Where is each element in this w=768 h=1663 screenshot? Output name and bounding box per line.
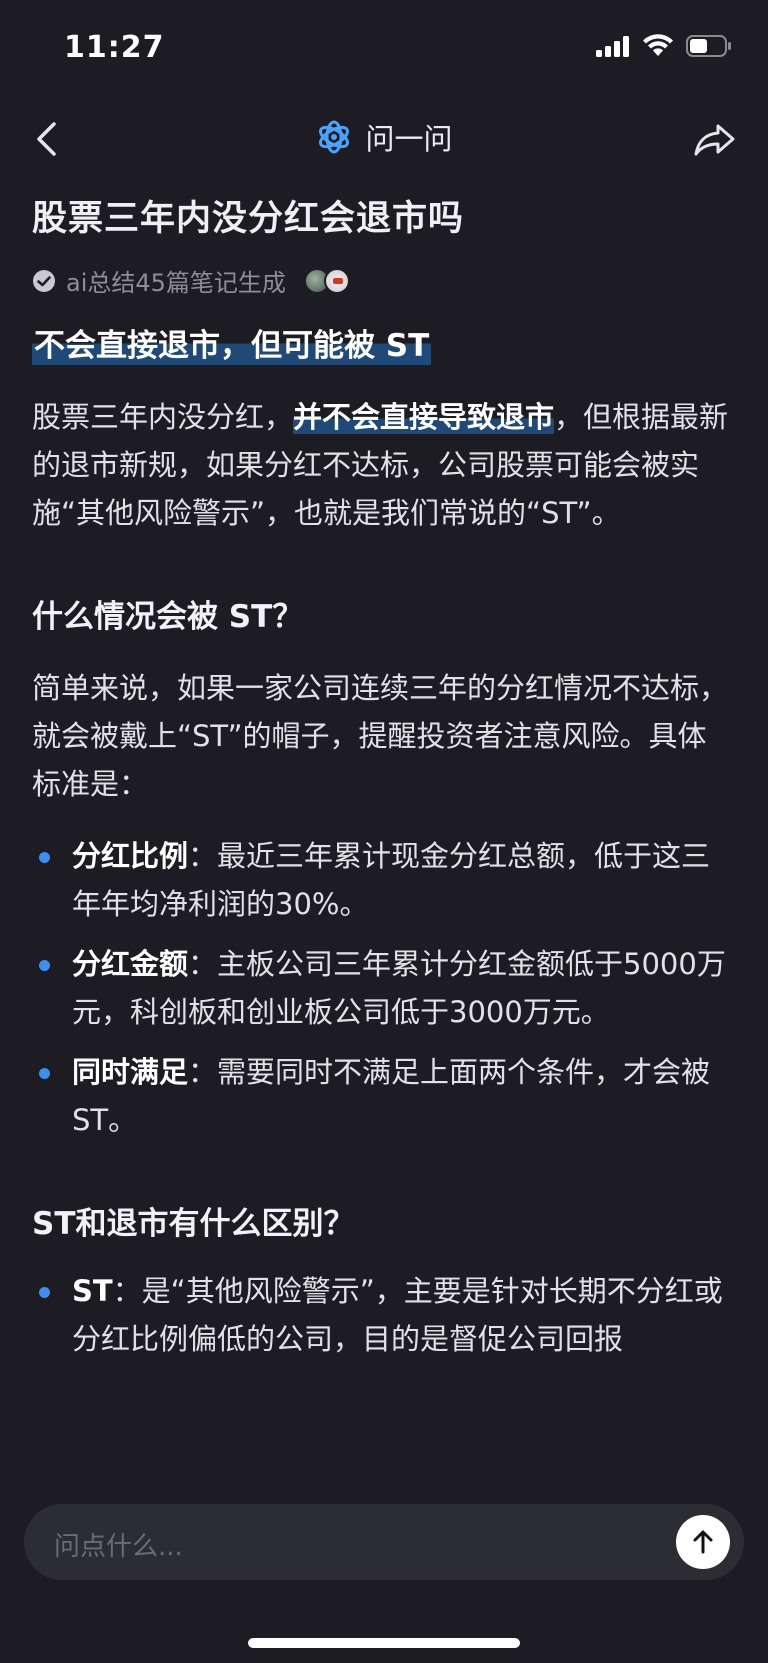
list-item: ST：是“其他风险警示”，主要是针对长期不分红或分红比例偏低的公司，目的是督促公… xyxy=(32,1267,732,1363)
wifi-icon xyxy=(643,34,673,56)
list-item-label: 同时满足 xyxy=(72,1055,189,1089)
list-item-label: ST xyxy=(72,1274,113,1308)
list-item: 分红比例：最近三年累计现金分红总额，低于这三年年均净利润的30%。 xyxy=(32,832,732,928)
home-indicator xyxy=(248,1638,520,1648)
source-avatars xyxy=(303,267,350,294)
answer-content: 股票三年内没分红会退市吗 ai总结45篇笔记生成 不会直接退市，但可能被 ST … xyxy=(32,190,732,1490)
check-circle-icon xyxy=(33,269,55,292)
status-icons xyxy=(596,34,732,58)
question-title: 股票三年内没分红会退市吗 xyxy=(32,199,465,239)
section1-paragraph: 简单来说，如果一家公司连续三年的分红情况不达标，就会被戴上“ST”的帽子，提醒投… xyxy=(32,671,729,801)
ai-sparkle-icon xyxy=(319,120,350,154)
source-meta[interactable]: ai总结45篇笔记生成 xyxy=(32,263,732,298)
share-icon xyxy=(694,124,735,156)
section-title-st-conditions: 什么情况会被 ST？ xyxy=(32,599,304,635)
send-button[interactable] xyxy=(676,1515,730,1569)
st-criteria-list: 分红比例：最近三年累计现金分红总额，低于这三年年均净利润的30%。 分红金额：主… xyxy=(32,832,732,1144)
answer-headline: 不会直接退市，但可能被 ST xyxy=(32,320,432,365)
status-bar: 11:27 xyxy=(0,0,768,100)
status-time: 11:27 xyxy=(64,30,165,65)
intro-highlight: 并不会直接导致退市 xyxy=(293,400,555,434)
ask-input-placeholder[interactable]: 问点什么... xyxy=(54,1526,183,1563)
intro-text-before: 股票三年内没分红， xyxy=(32,400,294,434)
source-meta-text: ai总结45篇笔记生成 xyxy=(66,269,286,297)
intro-paragraph: 股票三年内没分红，并不会直接导致退市，但根据最新的退市新规，如果分红不达标，公司… xyxy=(32,393,732,537)
list-item: 同时满足：需要同时不满足上面两个条件，才会被ST。 xyxy=(32,1048,732,1144)
list-item-text: ：是“其他风险警示”，主要是针对长期不分红或分红比例偏低的公司，目的是督促公司回… xyxy=(72,1274,723,1356)
list-item-label: 分红金额 xyxy=(72,947,189,981)
arrow-up-icon xyxy=(693,1530,713,1554)
st-vs-delisting-list: ST：是“其他风险警示”，主要是针对长期不分红或分红比例偏低的公司，目的是督促公… xyxy=(32,1267,732,1363)
list-item-label: 分红比例 xyxy=(72,839,189,873)
cellular-signal-icon xyxy=(596,36,629,57)
nav-bar: 问一问 xyxy=(0,104,768,174)
list-item: 分红金额：主板公司三年累计分红金额低于5000万元，科创板和创业板公司低于300… xyxy=(32,940,732,1036)
nav-title-group: 问一问 xyxy=(0,116,768,158)
avatar xyxy=(323,267,350,294)
section-title-st-vs-delisting: ST和退市有什么区别？ xyxy=(32,1206,355,1242)
nav-title: 问一问 xyxy=(365,122,453,156)
ask-input-bar[interactable]: 问点什么... xyxy=(24,1504,744,1580)
share-button[interactable] xyxy=(692,114,738,164)
battery-icon xyxy=(686,35,731,57)
